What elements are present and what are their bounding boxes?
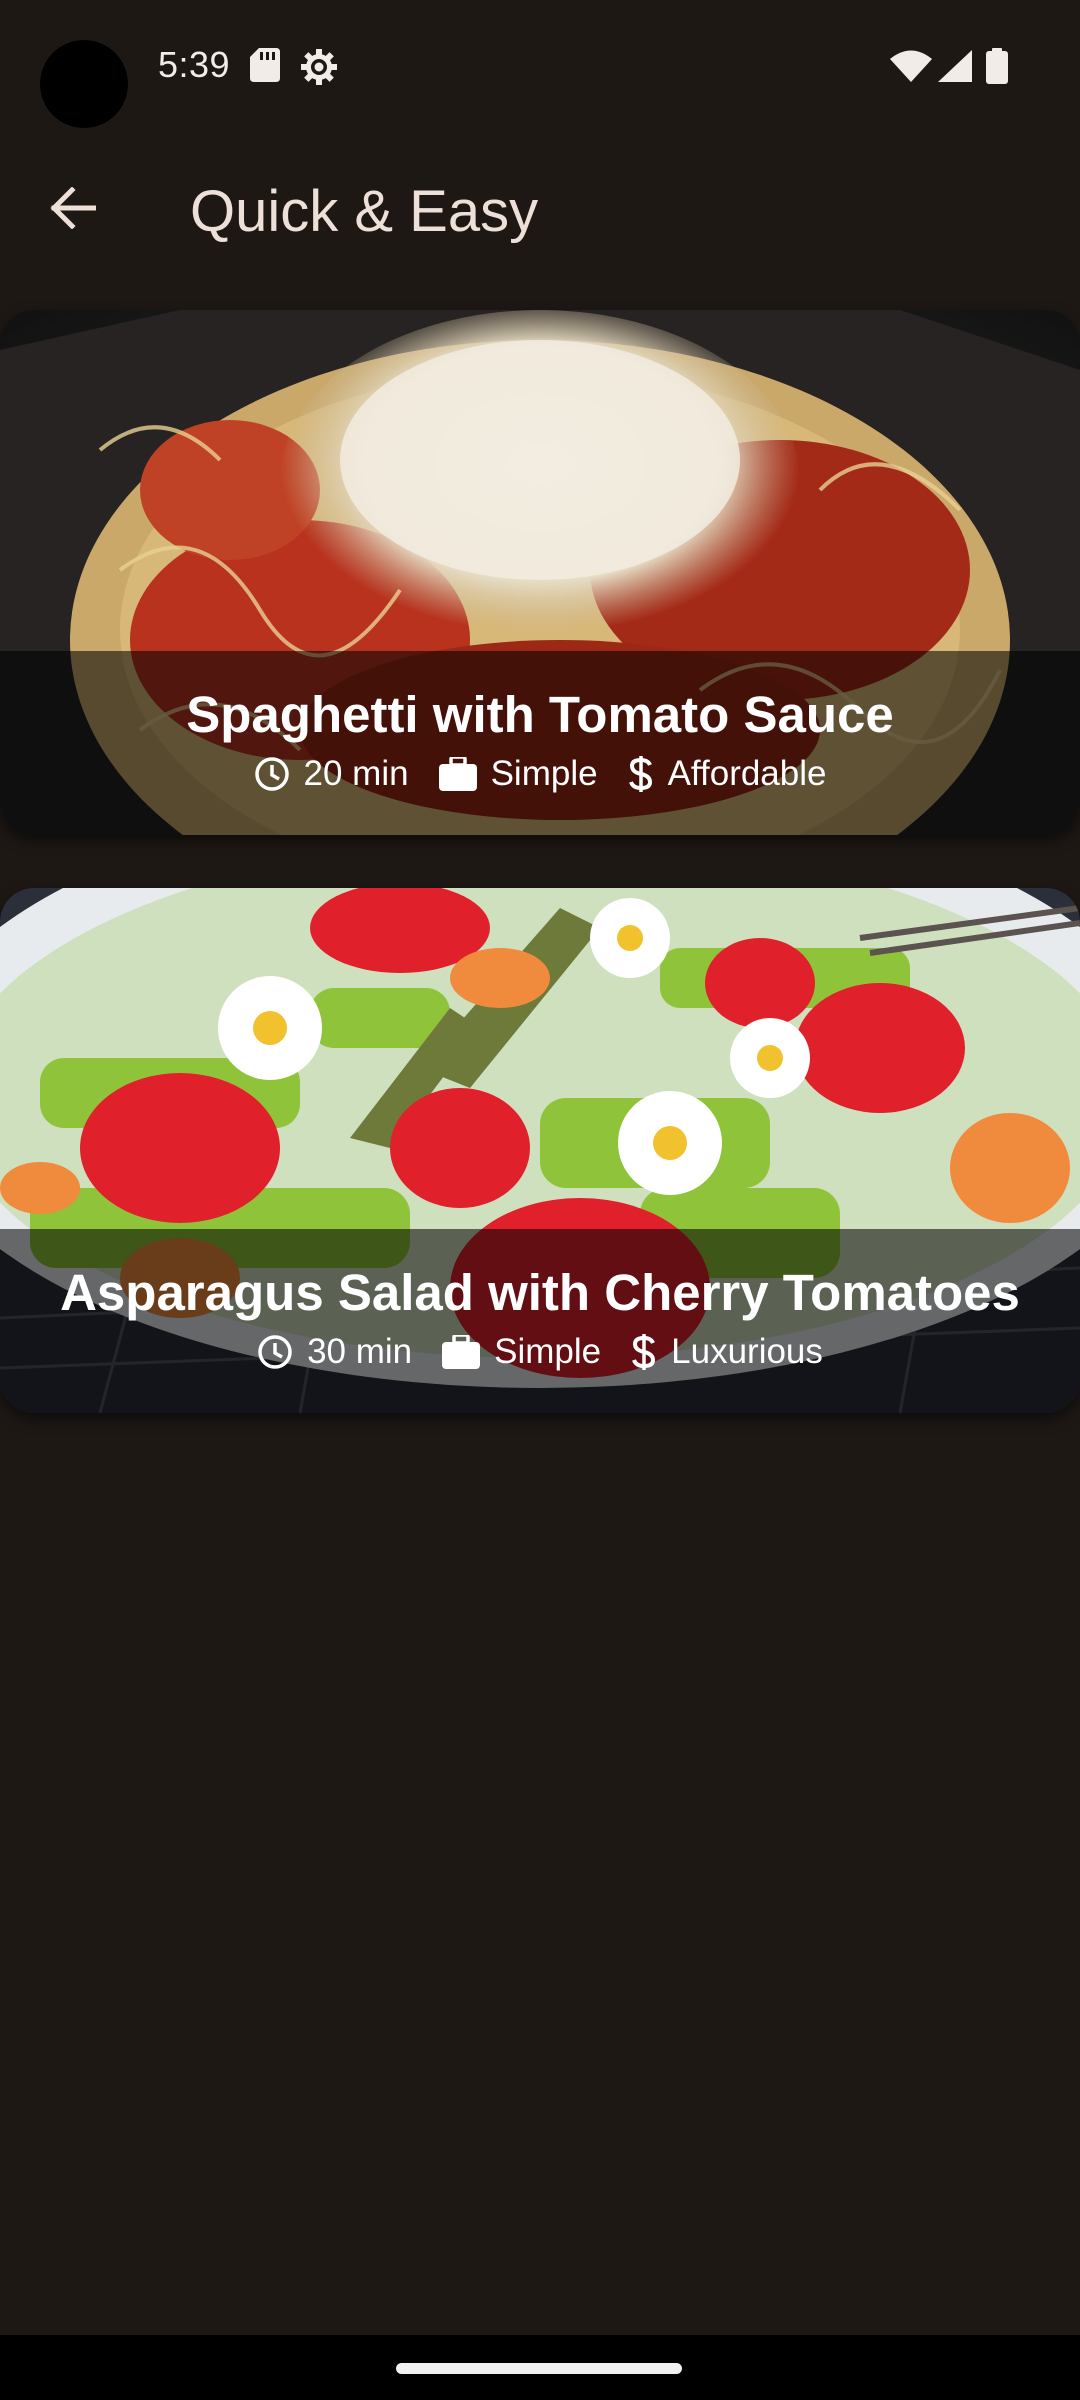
meal-duration: 30 min [257, 1332, 412, 1372]
gear-icon [300, 48, 338, 91]
briefcase-icon [438, 757, 477, 791]
dollar-icon [631, 1333, 657, 1371]
meal-affordability-text: Affordable [667, 754, 827, 793]
navigation-bar [0, 2335, 1080, 2400]
signal-icon [938, 50, 972, 87]
meal-meta: 20 min Simple Affordable [254, 754, 827, 794]
wifi-icon [890, 50, 932, 87]
app-bar: Quick & Easy [0, 150, 1080, 270]
back-button[interactable] [28, 172, 118, 248]
dollar-icon [628, 755, 654, 793]
meal-meta: 30 min Simple Luxurious [257, 1332, 823, 1372]
briefcase-icon [442, 1335, 481, 1369]
meal-card-asparagus-salad[interactable]: Asparagus Salad with Cherry Tomatoes 30 … [0, 888, 1080, 1413]
meal-overlay: Asparagus Salad with Cherry Tomatoes 30 … [0, 1229, 1080, 1413]
meal-duration: 20 min [254, 754, 409, 794]
arrow-back-icon [50, 185, 97, 234]
clock-icon [254, 756, 290, 792]
meal-complexity-text: Simple [494, 1332, 602, 1371]
status-time: 5:39 [158, 44, 231, 85]
meal-card-spaghetti[interactable]: Spaghetti with Tomato Sauce 20 min Simpl… [0, 310, 1080, 835]
meal-title: Asparagus Salad with Cherry Tomatoes [60, 1264, 1020, 1321]
meal-complexity-text: Simple [490, 754, 598, 793]
meal-overlay: Spaghetti with Tomato Sauce 20 min Simpl… [0, 651, 1080, 835]
meal-duration-text: 20 min [303, 754, 409, 793]
meal-complexity: Simple [438, 754, 598, 794]
clock-icon [257, 1334, 293, 1370]
meal-affordability: Affordable [628, 754, 827, 794]
meal-affordability-text: Luxurious [671, 1332, 823, 1371]
battery-icon [986, 48, 1008, 89]
gesture-handle[interactable] [396, 2363, 682, 2374]
camera-cutout [40, 40, 128, 128]
page-title: Quick & Easy [190, 179, 539, 244]
meal-complexity: Simple [442, 1332, 601, 1372]
meal-duration-text: 30 min [307, 1332, 413, 1371]
status-bar: 5:39 [0, 0, 1080, 135]
sd-card-icon [250, 48, 280, 87]
meal-title: Spaghetti with Tomato Sauce [186, 686, 894, 743]
meal-affordability: Luxurious [631, 1332, 823, 1372]
